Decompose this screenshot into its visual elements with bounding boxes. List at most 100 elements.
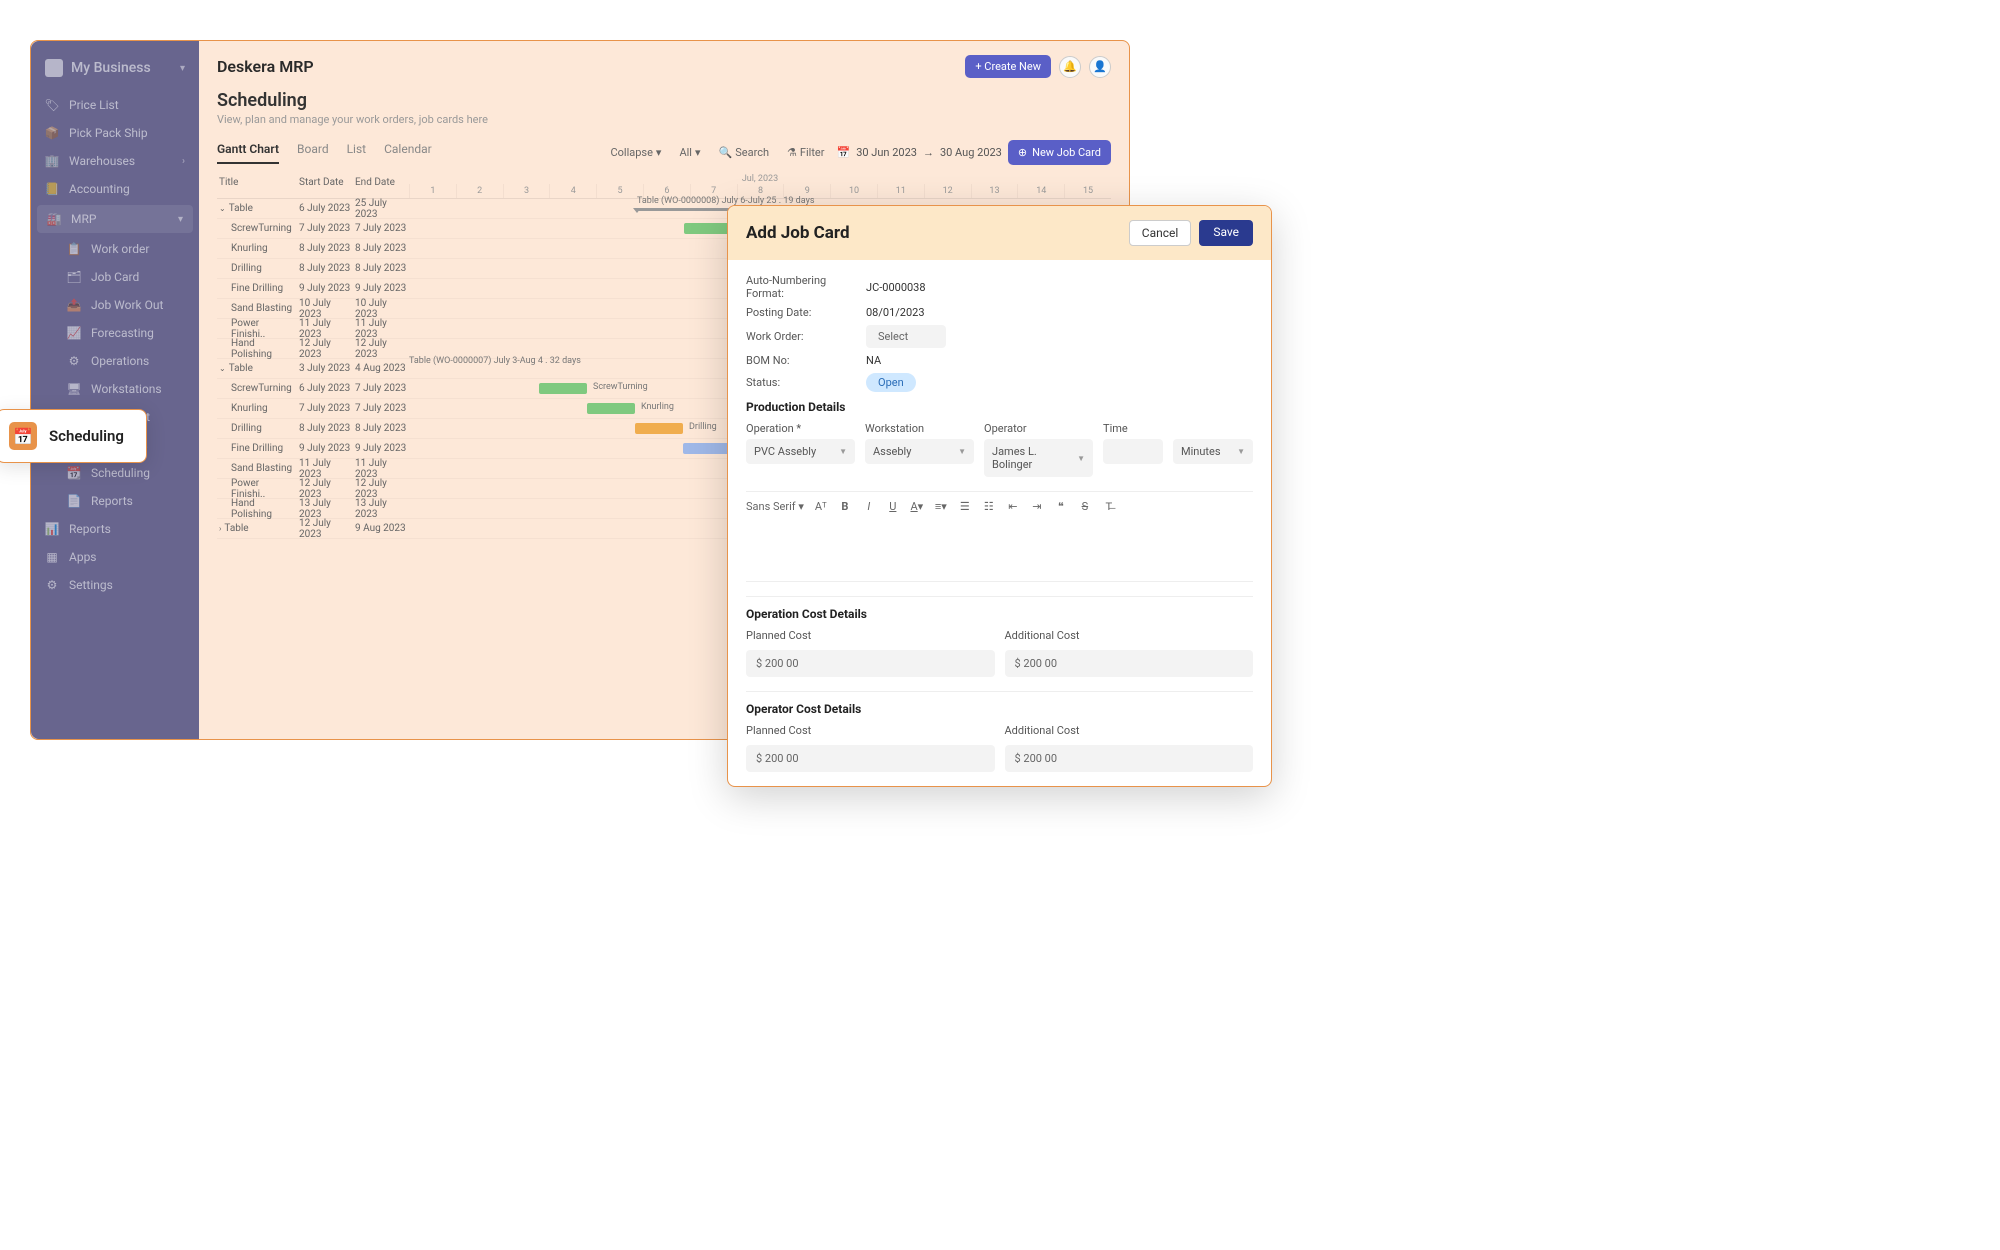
workorder-label: Work Order: <box>746 330 866 343</box>
nav-reports[interactable]: 📊Reports <box>31 515 199 543</box>
box-icon: 📦 <box>45 126 59 140</box>
tab-calendar[interactable]: Calendar <box>384 142 432 164</box>
chevron-right-icon: › <box>182 156 185 167</box>
italic-icon[interactable]: I <box>862 500 876 513</box>
caret-down-icon: ⌄ <box>219 364 226 373</box>
rte-body[interactable] <box>746 513 1253 573</box>
operation-select[interactable]: PVC Assebly▼ <box>746 439 855 464</box>
operator-cost-title: Operator Cost Details <box>746 691 1253 716</box>
unordered-list-icon[interactable]: ☷ <box>982 500 996 513</box>
create-new-button[interactable]: + Create New <box>965 55 1051 78</box>
time-input[interactable] <box>1103 439 1163 464</box>
gantt-bar[interactable] <box>587 403 635 414</box>
gantt-bar[interactable] <box>684 223 732 234</box>
time-unit-select[interactable]: Minutes▼ <box>1173 439 1253 464</box>
nav-workstations[interactable]: 🖥Workstations <box>31 375 199 403</box>
workstation-label: Workstation <box>865 422 974 435</box>
nav-settings[interactable]: ⚙Settings <box>31 571 199 599</box>
tag-icon: 🏷 <box>45 98 59 112</box>
font-select[interactable]: Sans Serif ▾ <box>746 500 804 513</box>
date-range[interactable]: 📅 30 Jun 2023 → 30 Aug 2023 <box>836 146 1001 159</box>
calendar-icon: 📅 <box>836 146 850 159</box>
additional-cost-input[interactable]: $ 200 00 <box>1005 650 1254 677</box>
operator-planned-cost-input[interactable]: $ 200 00 <box>746 745 995 772</box>
tick: 15 <box>1064 184 1111 198</box>
indent-icon[interactable]: ⇥ <box>1030 500 1044 513</box>
strikethrough-icon[interactable]: S <box>1078 500 1092 513</box>
tab-board[interactable]: Board <box>297 142 329 164</box>
modal-title: Add Job Card <box>746 223 850 243</box>
nav-warehouses[interactable]: 🏢Warehouses› <box>31 147 199 175</box>
nav-job-work-out[interactable]: 📤Job Work Out <box>31 291 199 319</box>
production-details-title: Production Details <box>746 400 1253 414</box>
filter-button[interactable]: ⚗Filter <box>781 143 830 162</box>
collapse-button[interactable]: Collapse▾ <box>604 143 667 162</box>
tick: 3 <box>503 184 550 198</box>
nav-reports-mrp[interactable]: 📄Reports <box>31 487 199 515</box>
page-subtitle: View, plan and manage your work orders, … <box>217 113 1111 126</box>
bold-icon[interactable]: B <box>838 500 852 513</box>
nav-forecasting[interactable]: 📈Forecasting <box>31 319 199 347</box>
tick: 1 <box>409 184 456 198</box>
toolbar: Gantt Chart Board List Calendar Collapse… <box>217 140 1111 165</box>
nav-accounting[interactable]: 📒Accounting <box>31 175 199 203</box>
breadcrumb: Deskera MRP <box>217 57 314 76</box>
brand-label: My Business <box>71 60 151 76</box>
align-icon[interactable]: ≡▾ <box>934 500 948 513</box>
chevron-down-icon: ▼ <box>1237 447 1245 456</box>
nav-job-card[interactable]: 🗂Job Card <box>31 263 199 291</box>
additional-cost-label: Additional Cost <box>1005 629 1254 642</box>
workstation-select[interactable]: Assebly▼ <box>865 439 974 464</box>
new-job-card-button[interactable]: ⊕New Job Card <box>1008 140 1111 165</box>
scheduling-callout: 📅 Scheduling <box>0 409 147 463</box>
chevron-down-icon: ▼ <box>1077 454 1085 463</box>
gear-icon: ⚙ <box>67 354 81 368</box>
clear-format-icon[interactable]: T̶ <box>1102 500 1116 513</box>
nav-apps[interactable]: ▦Apps <box>31 543 199 571</box>
ordered-list-icon[interactable]: ☰ <box>958 500 972 513</box>
text-color-icon[interactable]: A▾ <box>910 500 924 513</box>
modal-body: Auto-Numbering Format:JC-0000038 Posting… <box>728 260 1271 786</box>
out-icon: 📤 <box>67 298 81 312</box>
nav-scheduling[interactable]: 📆Scheduling <box>31 459 199 487</box>
operation-cost-title: Operation Cost Details <box>746 596 1253 621</box>
quote-icon[interactable]: ❝ <box>1054 500 1068 513</box>
tick: 12 <box>924 184 971 198</box>
notifications-icon[interactable]: 🔔 <box>1059 56 1081 78</box>
tab-gantt[interactable]: Gantt Chart <box>217 142 279 164</box>
nav-mrp[interactable]: 🏭MRP▾ <box>37 205 193 233</box>
font-size-icon[interactable]: Aᵀ <box>814 500 828 513</box>
gantt-bar[interactable] <box>539 383 587 394</box>
card-icon: 🗂 <box>67 270 81 284</box>
brand[interactable]: My Business ▾ <box>31 51 199 91</box>
filter-all[interactable]: All▾ <box>673 143 706 162</box>
workorder-select[interactable]: Select <box>866 325 946 348</box>
additional-cost-label-2: Additional Cost <box>1005 724 1254 737</box>
bom-label: BOM No: <box>746 354 866 367</box>
underline-icon[interactable]: U <box>886 500 900 513</box>
nav-operations[interactable]: ⚙Operations <box>31 347 199 375</box>
autonum-value: JC-0000038 <box>866 281 926 294</box>
tick: 13 <box>971 184 1018 198</box>
outdent-icon[interactable]: ⇤ <box>1006 500 1020 513</box>
nav-pick-pack[interactable]: 📦Pick Pack Ship <box>31 119 199 147</box>
chart-icon: 📈 <box>67 326 81 340</box>
nav-work-order[interactable]: 📋Work order <box>31 235 199 263</box>
col-title: Title <box>217 173 297 198</box>
planned-cost-input[interactable]: $ 200 00 <box>746 650 995 677</box>
operator-additional-cost-input[interactable]: $ 200 00 <box>1005 745 1254 772</box>
chevron-down-icon: ▾ <box>178 214 183 225</box>
rich-text-editor: Sans Serif ▾ Aᵀ B I U A▾ ≡▾ ☰ ☷ ⇤ ⇥ ❝ S … <box>746 491 1253 582</box>
modal-header: Add Job Card Cancel Save <box>728 206 1271 260</box>
gantt-bar[interactable] <box>683 443 731 454</box>
caret-down-icon: ⌄ <box>219 204 226 213</box>
operator-select[interactable]: James L. Bolinger▼ <box>984 439 1093 477</box>
search-button[interactable]: 🔍Search <box>713 143 776 162</box>
cancel-button[interactable]: Cancel <box>1129 220 1192 246</box>
nav-price-list[interactable]: 🏷Price List <box>31 91 199 119</box>
gantt-bar[interactable] <box>635 423 683 434</box>
filter-icon: ⚗ <box>787 146 797 159</box>
avatar[interactable]: 👤 <box>1089 56 1111 78</box>
tab-list[interactable]: List <box>347 142 367 164</box>
save-button[interactable]: Save <box>1199 220 1253 246</box>
